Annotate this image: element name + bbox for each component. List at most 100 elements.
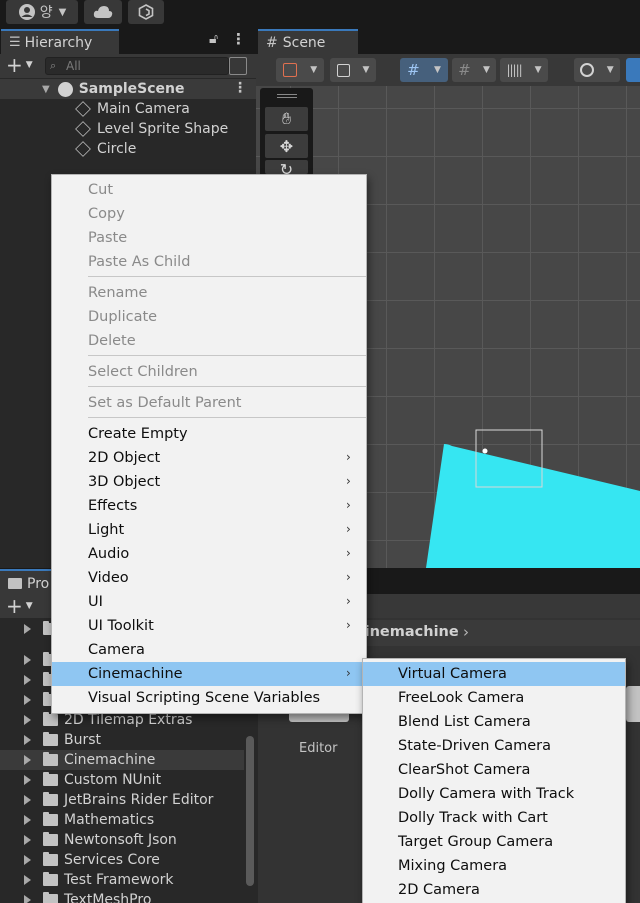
submenu-item-label: 2D Camera xyxy=(398,882,480,898)
chevron-down-icon: ▼ xyxy=(58,6,67,18)
collab-icon xyxy=(138,4,154,20)
hand-tool-button[interactable]: ✋︎ xyxy=(265,107,308,131)
submenu-item-dolly-camera-with-track[interactable]: Dolly Camera with Track xyxy=(363,782,625,806)
submenu-item-label: Mixing Camera xyxy=(398,858,508,874)
tool-strip-handle[interactable] xyxy=(277,94,297,98)
ruler-icon: ||||| xyxy=(506,63,522,77)
menu-item-create-empty[interactable]: Create Empty xyxy=(52,422,366,446)
tab-hierarchy[interactable]: ☰ Hierarchy xyxy=(1,29,119,54)
pivot-dot xyxy=(482,448,488,454)
project-folder-burst[interactable]: Burst xyxy=(0,730,244,750)
submenu-item-mixing-camera[interactable]: Mixing Camera xyxy=(363,854,625,878)
submenu-item-clearshot-camera[interactable]: ClearShot Camera xyxy=(363,758,625,782)
asset-thumbnail-partial[interactable] xyxy=(626,686,640,722)
menu-separator xyxy=(88,355,366,356)
hierarchy-item-circle[interactable]: Circle xyxy=(75,139,136,159)
folder-icon xyxy=(43,892,58,903)
project-scrollbar[interactable] xyxy=(246,736,254,886)
add-object-button[interactable]: + ▼ xyxy=(6,55,40,75)
folder-icon xyxy=(8,578,22,589)
collab-button[interactable] xyxy=(128,0,164,24)
chevron-down-icon: ▼ xyxy=(25,601,33,611)
project-folder-textmeshpro[interactable]: TextMeshPro xyxy=(0,890,244,903)
account-button[interactable]: 양 ▼ xyxy=(6,0,78,24)
search-options-button[interactable] xyxy=(229,57,247,75)
chevron-right-icon: › xyxy=(463,623,469,641)
project-folder-cinemachine[interactable]: Cinemachine xyxy=(0,750,244,770)
menu-item-delete[interactable]: Delete xyxy=(52,329,366,353)
menu-item-label: Delete xyxy=(88,333,136,349)
menu-item-3d-object[interactable]: 3D Object › xyxy=(52,470,366,494)
breadcrumb-item[interactable]: Cinemachine xyxy=(354,624,459,640)
menu-item-copy[interactable]: Copy xyxy=(52,202,366,226)
menu-item-effects[interactable]: Effects › xyxy=(52,494,366,518)
menu-item-2d-object[interactable]: 2D Object › xyxy=(52,446,366,470)
menu-item-paste-as-child[interactable]: Paste As Child xyxy=(52,250,366,274)
cloud-button[interactable] xyxy=(84,0,122,24)
shading-mode-button[interactable]: ▼ xyxy=(574,58,620,82)
scene-options-icon[interactable]: ⋮ xyxy=(233,80,247,96)
submenu-item-freelook-camera[interactable]: FreeLook Camera xyxy=(363,686,625,710)
chevron-right-icon: › xyxy=(346,474,351,488)
project-folder-services-core[interactable]: Services Core xyxy=(0,850,244,870)
submenu-item-state-driven-camera[interactable]: State-Driven Camera xyxy=(363,734,625,758)
project-folder-newtonsoft-json[interactable]: Newtonsoft Json xyxy=(0,830,244,850)
menu-item-video[interactable]: Video › xyxy=(52,566,366,590)
scene-item[interactable]: ▼ SampleScene xyxy=(42,79,184,99)
rotate-icon: ↻ xyxy=(279,160,294,174)
lock-icon[interactable]: 🔓︎ xyxy=(209,31,218,47)
move-tool-button[interactable]: ✥ xyxy=(265,134,308,158)
tab-scene[interactable]: # Scene xyxy=(258,29,358,54)
submenu-item-target-group-camera[interactable]: Target Group Camera xyxy=(363,830,625,854)
menu-item-rename[interactable]: Rename xyxy=(52,281,366,305)
hierarchy-search-input[interactable]: ⌕ All xyxy=(45,57,229,75)
submenu-item-label: State-Driven Camera xyxy=(398,738,551,754)
menu-item-visual-scripting-scene-variables[interactable]: Visual Scripting Scene Variables xyxy=(52,686,366,710)
menu-item-cut[interactable]: Cut xyxy=(52,178,366,202)
hierarchy-item-level-sprite-shape[interactable]: Level Sprite Shape xyxy=(75,119,229,139)
menu-separator xyxy=(88,417,366,418)
submenu-item-blend-list-camera[interactable]: Blend List Camera xyxy=(363,710,625,734)
menu-item-camera[interactable]: Camera xyxy=(52,638,366,662)
submenu-item-dolly-track-with-cart[interactable]: Dolly Track with Cart xyxy=(363,806,625,830)
menu-item-set-default-parent[interactable]: Set as Default Parent xyxy=(52,391,366,415)
tool-handle-position-button[interactable]: ▼ xyxy=(276,58,324,82)
project-folder-jetbrains-rider-editor[interactable]: JetBrains Rider Editor xyxy=(0,790,244,810)
menu-item-ui[interactable]: UI › xyxy=(52,590,366,614)
menu-item-ui-toolkit[interactable]: UI Toolkit › xyxy=(52,614,366,638)
project-folder-test-framework[interactable]: Test Framework xyxy=(0,870,244,890)
cloud-icon xyxy=(93,6,113,18)
more-options-icon[interactable]: ⋮ xyxy=(231,30,246,48)
rotate-tool-button[interactable]: ↻ xyxy=(265,160,308,174)
menu-item-select-children[interactable]: Select Children xyxy=(52,360,366,384)
2d-mode-toggle[interactable] xyxy=(626,58,640,82)
menu-item-label: 3D Object xyxy=(88,474,161,490)
menu-separator xyxy=(88,386,366,387)
hierarchy-item-main-camera[interactable]: Main Camera xyxy=(75,99,190,119)
project-folder-mathematics[interactable]: Mathematics xyxy=(0,810,244,830)
folder-label: Burst xyxy=(64,732,102,748)
submenu-item-2d-camera[interactable]: 2D Camera xyxy=(363,878,625,902)
chevron-down-icon: ▼ xyxy=(362,65,370,75)
increment-snap-button[interactable]: ||||| ▼ xyxy=(500,58,548,82)
menu-item-audio[interactable]: Audio › xyxy=(52,542,366,566)
menu-item-label: Select Children xyxy=(88,364,198,380)
project-folder-custom-nunit[interactable]: Custom NUnit xyxy=(0,770,244,790)
hierarchy-item-label: Level Sprite Shape xyxy=(97,121,229,137)
menu-item-light[interactable]: Light › xyxy=(52,518,366,542)
menu-item-duplicate[interactable]: Duplicate xyxy=(52,305,366,329)
grid-snap-button[interactable]: # ▼ xyxy=(400,58,448,82)
tool-handle-rotation-button[interactable]: ▼ xyxy=(330,58,376,82)
folder-icon xyxy=(43,852,58,866)
folder-icon xyxy=(43,872,58,886)
asset-label: Editor xyxy=(299,741,338,756)
menu-item-cinemachine[interactable]: Cinemachine › xyxy=(52,662,366,686)
sphere-icon xyxy=(580,63,595,77)
submenu-item-label: Blend List Camera xyxy=(398,714,531,730)
project-add-button[interactable]: + ▼ xyxy=(6,596,40,616)
submenu-item-label: FreeLook Camera xyxy=(398,690,525,706)
grid-visibility-button[interactable]: # ▼ xyxy=(452,58,496,82)
menu-item-paste[interactable]: Paste xyxy=(52,226,366,250)
chevron-right-icon: › xyxy=(346,546,351,560)
submenu-item-virtual-camera[interactable]: Virtual Camera xyxy=(363,662,625,686)
